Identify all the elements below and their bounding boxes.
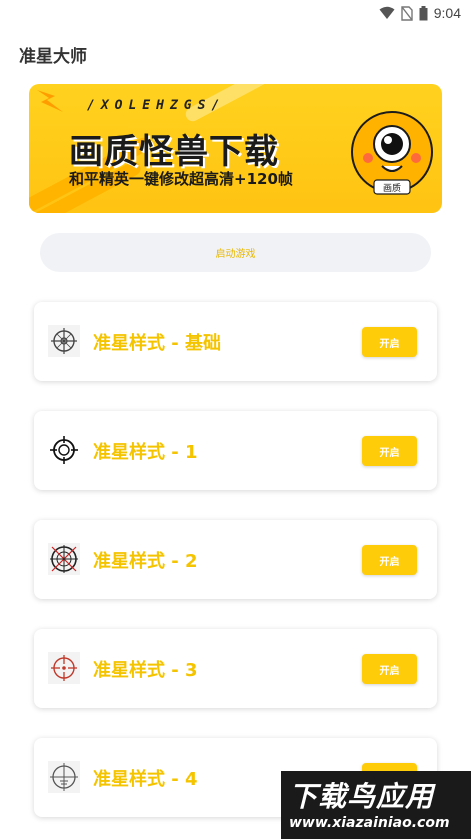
mascot-icon: 画质 [351, 111, 433, 195]
banner-ticker: /XOLEHZGS/ [87, 98, 226, 113]
banner-subtitle: 和平精英一键修改超高清+120帧 [69, 170, 293, 188]
promo-banner[interactable]: /XOLEHZGS/ 画质怪兽下载 和平精英一键修改超高清+120帧 画质 [29, 84, 442, 213]
crosshair-4-icon [48, 761, 80, 793]
enable-button[interactable]: 开启 [362, 545, 417, 575]
crosshair-3-icon [48, 652, 80, 684]
crosshair-title: 准星样式 - 基础 [93, 333, 222, 354]
crosshair-title: 准星样式 - 2 [93, 551, 198, 572]
mascot-label: 画质 [383, 182, 401, 194]
page-title: 准星大师 [19, 47, 87, 67]
crosshair-title: 准星样式 - 1 [93, 442, 198, 463]
status-time: 9:04 [433, 5, 461, 21]
no-sim-icon [401, 5, 413, 21]
watermark-url: www.xiazainiao.com [289, 815, 450, 831]
enable-button[interactable]: 开启 [362, 327, 417, 357]
enable-button[interactable]: 开启 [362, 654, 417, 684]
lightning-icon [37, 90, 63, 112]
battery-icon [419, 5, 428, 20]
banner-headline: 画质怪兽下载 [69, 132, 279, 172]
crosshair-card-2: 准星样式 - 2 开启 [34, 520, 437, 599]
crosshair-basic-icon [48, 325, 80, 357]
crosshair-title: 准星样式 - 4 [93, 769, 198, 790]
crosshair-title: 准星样式 - 3 [93, 660, 198, 681]
launch-game-button[interactable]: 启动游戏 [40, 233, 431, 272]
crosshair-2-icon [48, 543, 80, 575]
crosshair-card-1: 准星样式 - 1 开启 [34, 411, 437, 490]
wifi-icon [379, 6, 395, 19]
watermark-brand: 下载鸟应用 [289, 780, 435, 813]
crosshair-card-basic: 准星样式 - 基础 开启 [34, 302, 437, 381]
status-bar: 9:04 [0, 0, 471, 26]
crosshair-card-3: 准星样式 - 3 开启 [34, 629, 437, 708]
site-watermark: 下载鸟应用 www.xiazainiao.com [281, 771, 471, 839]
enable-button[interactable]: 开启 [362, 436, 417, 466]
crosshair-1-icon [48, 434, 80, 466]
